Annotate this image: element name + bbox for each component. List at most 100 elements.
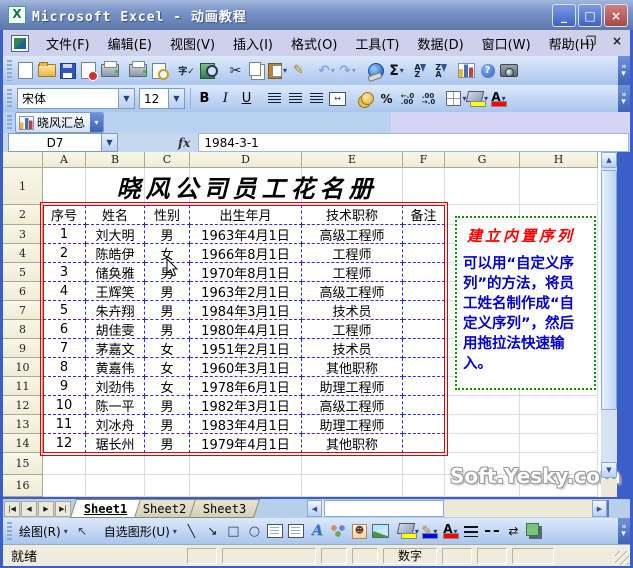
menu-file[interactable]: 文件(F)	[37, 31, 99, 56]
horizontal-scrollbar[interactable]: ◀ ▶	[307, 500, 617, 517]
column-header-A[interactable]: A	[43, 152, 86, 168]
rectangle-icon[interactable]: □	[223, 521, 244, 541]
cell-B5[interactable]: 储奂雅	[86, 263, 145, 282]
cell-B12[interactable]: 陈一平	[86, 396, 145, 415]
cell-E13[interactable]: 助理工程师	[302, 415, 403, 434]
row-header-13[interactable]: 13	[3, 415, 43, 434]
name-box[interactable]: D7	[8, 133, 102, 152]
font-size-combo[interactable]: 12 ▼	[139, 88, 185, 109]
chevron-down-icon[interactable]: ▾	[64, 527, 68, 536]
line-style-icon[interactable]	[461, 521, 482, 541]
print-preview-icon[interactable]	[148, 61, 169, 81]
column-header-F[interactable]: F	[403, 152, 445, 168]
cell-E15[interactable]	[302, 453, 403, 475]
previous-sheet-button[interactable]: ◀	[21, 501, 37, 517]
cell-F14[interactable]	[403, 434, 445, 453]
copy-icon[interactable]	[246, 61, 267, 81]
cell-A5[interactable]: 3	[43, 263, 86, 282]
redo-icon[interactable]: ↷▾	[337, 61, 358, 81]
save-icon[interactable]	[57, 61, 78, 81]
chevron-down-icon[interactable]: ▾	[331, 66, 335, 75]
row-header-3[interactable]: 3	[3, 225, 43, 244]
toolbar-drag-handle[interactable]	[7, 60, 12, 80]
cell-C2[interactable]: 性别	[145, 205, 190, 225]
textbox-icon[interactable]	[265, 521, 286, 541]
cell-A14[interactable]: 12	[43, 434, 86, 453]
cell-C8[interactable]: 男	[145, 320, 190, 339]
cell-B16[interactable]	[86, 475, 145, 497]
cell-A3[interactable]: 1	[43, 225, 86, 244]
print-icon[interactable]	[127, 61, 148, 81]
menu-insert[interactable]: 插入(I)	[224, 31, 282, 56]
help-icon[interactable]: ?	[477, 61, 498, 81]
cell-A8[interactable]: 6	[43, 320, 86, 339]
cell-F5[interactable]	[403, 263, 445, 282]
paste-icon[interactable]: ▾	[267, 61, 288, 81]
row-header-15[interactable]: 15	[3, 453, 43, 475]
font-name-combo[interactable]: 宋体 ▼	[17, 88, 135, 109]
cell-C14[interactable]: 男	[145, 434, 190, 453]
menu-view[interactable]: 视图(V)	[161, 31, 224, 56]
cell-E4[interactable]: 工程师	[302, 244, 403, 263]
cell-F9[interactable]	[403, 339, 445, 358]
cell-B10[interactable]: 黄嘉伟	[86, 358, 145, 377]
select-all-corner[interactable]	[3, 152, 43, 168]
cell-E9[interactable]: 技术员	[302, 339, 403, 358]
cell-D3[interactable]: 1963年4月1日	[190, 225, 302, 244]
chart-wizard-icon[interactable]	[456, 61, 477, 81]
cell-E10[interactable]: 其他职称	[302, 358, 403, 377]
cell-B3[interactable]: 刘大明	[86, 225, 145, 244]
vertical-scrollbar[interactable]: ▲ ▼	[601, 152, 617, 478]
cell-C16[interactable]	[145, 475, 190, 497]
chevron-down-icon[interactable]: ▾	[173, 527, 177, 536]
cell-A4[interactable]: 2	[43, 244, 86, 263]
cell-E12[interactable]: 高级工程师	[302, 396, 403, 415]
cell-F16[interactable]	[403, 475, 445, 497]
row-header-11[interactable]: 11	[3, 377, 43, 396]
close-button[interactable]: ×	[604, 4, 628, 27]
cell-C11[interactable]: 女	[145, 377, 190, 396]
arrow-style-icon[interactable]: ⇄	[503, 521, 524, 541]
row-header-14[interactable]: 14	[3, 434, 43, 453]
cell-F15[interactable]	[403, 453, 445, 475]
cell-E3[interactable]: 高级工程师	[302, 225, 403, 244]
research-icon[interactable]	[197, 61, 218, 81]
align-left-icon[interactable]	[264, 89, 285, 109]
toolbar-options-chevron[interactable]: ▾	[90, 113, 103, 132]
cell-A12[interactable]: 10	[43, 396, 86, 415]
italic-button[interactable]: I	[215, 89, 236, 109]
menu-data[interactable]: 数据(D)	[409, 31, 473, 56]
workbook-close-button[interactable]: ×	[609, 34, 625, 48]
toolbar-options-chevron[interactable]: »▾	[618, 85, 630, 112]
cell-C7[interactable]: 男	[145, 301, 190, 320]
increase-decimal-icon[interactable]: ←.0 .00	[397, 89, 418, 109]
oval-icon[interactable]: ○	[244, 521, 265, 541]
cell-E11[interactable]: 助理工程师	[302, 377, 403, 396]
toolbar-drag-handle[interactable]	[7, 89, 12, 108]
cell-F7[interactable]	[403, 301, 445, 320]
cell-D5[interactable]: 1970年8月1日	[190, 263, 302, 282]
cell-F2[interactable]: 备注	[403, 205, 445, 225]
cell-H13[interactable]	[520, 415, 598, 434]
cell-B15[interactable]	[86, 453, 145, 475]
menu-edit[interactable]: 编辑(E)	[99, 31, 161, 56]
row-header-6[interactable]: 6	[3, 282, 43, 301]
percent-style-icon[interactable]: %	[376, 89, 397, 109]
first-sheet-button[interactable]: |◀	[4, 501, 20, 517]
cell-E6[interactable]: 高级工程师	[302, 282, 403, 301]
maximize-button[interactable]: □	[578, 4, 602, 27]
cell-B4[interactable]: 陈皓伊	[86, 244, 145, 263]
scroll-left-icon[interactable]: ◀	[307, 500, 322, 517]
cell-D4[interactable]: 1966年8月1日	[190, 244, 302, 263]
sheet-tab-sheet1[interactable]: Sheet1	[70, 499, 142, 518]
cell-D10[interactable]: 1960年3月1日	[190, 358, 302, 377]
cut-icon[interactable]: ✂	[225, 61, 246, 81]
spelling-icon[interactable]: 字✓	[176, 61, 197, 81]
title-bar[interactable]: X Microsoft Excel - 动画教程 _ □ ×	[0, 0, 633, 30]
chevron-down-icon[interactable]: ▼	[118, 89, 134, 108]
menu-tools[interactable]: 工具(T)	[346, 31, 408, 56]
wordart-icon[interactable]: A	[307, 521, 328, 541]
cell-G13[interactable]	[445, 415, 520, 434]
workbook-restore-button[interactable]: ❐	[583, 34, 599, 48]
cell-C13[interactable]: 男	[145, 415, 190, 434]
